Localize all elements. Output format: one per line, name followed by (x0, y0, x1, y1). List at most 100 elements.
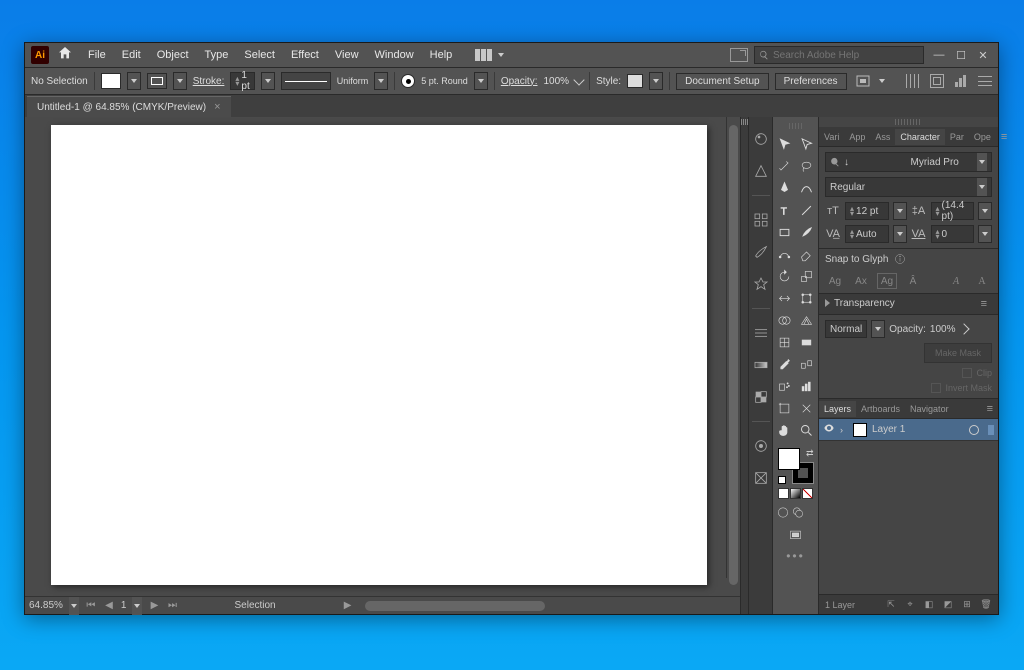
tracking-dropdown[interactable] (978, 225, 992, 243)
stroke-weight-input[interactable]: ▴▾1 pt (230, 72, 254, 90)
tab-paragraph[interactable]: Par (945, 129, 969, 145)
graph-icon[interactable] (954, 74, 968, 88)
blend-mode-select[interactable]: Normal (825, 320, 867, 338)
default-fill-stroke-icon[interactable] (778, 476, 786, 484)
magic-wand-tool[interactable] (773, 155, 796, 177)
tab-character[interactable]: Character (895, 129, 945, 145)
minimize-button[interactable]: — (930, 48, 948, 62)
tab-opentype[interactable]: Ope (969, 129, 996, 145)
transparency-panel-header[interactable]: Transparency ≡ (819, 293, 998, 315)
font-size-dropdown[interactable] (893, 202, 907, 220)
clip-checkbox[interactable]: Clip (962, 368, 992, 378)
status-expand-icon[interactable]: ▶ (342, 600, 354, 612)
font-family-input[interactable]: ↓ Myriad Pro (825, 152, 992, 172)
eraser-tool[interactable] (796, 243, 819, 265)
mesh-tool[interactable] (773, 331, 796, 353)
tab-navigator[interactable]: Navigator (905, 401, 954, 417)
maximize-button[interactable]: ☐ (952, 48, 970, 62)
blend-mode-dropdown[interactable] (871, 320, 885, 338)
invert-mask-checkbox[interactable]: Invert Mask (931, 383, 992, 393)
new-sublayer-icon[interactable]: ◩ (942, 599, 954, 611)
vertical-scrollbar[interactable] (726, 117, 740, 578)
panel-collapse-strip[interactable] (740, 117, 748, 614)
color-mode-icon[interactable] (778, 488, 789, 499)
locate-object-icon[interactable]: ⌖ (904, 599, 916, 611)
symbols-panel-icon[interactable] (753, 276, 769, 292)
artboard[interactable] (51, 125, 707, 585)
share-screen-icon[interactable] (730, 48, 748, 62)
gradient-mode-icon[interactable] (790, 488, 801, 499)
snap-options-icon[interactable] (906, 74, 920, 88)
shaper-tool[interactable] (773, 243, 796, 265)
menu-type[interactable]: Type (198, 46, 236, 64)
align-to-icon[interactable] (855, 74, 871, 88)
none-mode-icon[interactable] (802, 488, 813, 499)
zoom-level[interactable]: 64.85% (29, 600, 63, 611)
rectangle-tool[interactable] (773, 221, 796, 243)
menu-object[interactable]: Object (150, 46, 196, 64)
snap-baseline-icon[interactable]: Ag (825, 273, 845, 289)
horizontal-scrollbar[interactable] (365, 601, 545, 611)
gradient-panel-icon[interactable] (753, 357, 769, 373)
hand-tool[interactable] (773, 419, 796, 441)
snap-angular-icon[interactable]: Â (903, 273, 923, 289)
opacity-label[interactable]: Opacity: (501, 76, 538, 87)
prev-artboard-icon[interactable]: ◀ (103, 600, 115, 612)
curvature-tool[interactable] (796, 177, 819, 199)
artboard-number[interactable]: 1 (121, 600, 127, 611)
graphic-style-dropdown[interactable] (649, 72, 663, 90)
brush-dropdown[interactable] (474, 72, 488, 90)
stroke-weight-dropdown[interactable] (261, 72, 275, 90)
selection-tool[interactable] (773, 133, 796, 155)
opacity-popup-icon[interactable] (958, 323, 969, 334)
menu-select[interactable]: Select (237, 46, 282, 64)
blend-tool[interactable] (796, 353, 819, 375)
control-menu-icon[interactable] (978, 74, 992, 88)
stroke-profile[interactable] (281, 72, 331, 90)
visibility-icon[interactable] (823, 422, 835, 437)
graphic-style-swatch[interactable] (627, 74, 643, 88)
tracking-input[interactable]: ▴▾0 (931, 225, 975, 243)
scale-tool[interactable] (796, 265, 819, 287)
color-guide-panel-icon[interactable] (753, 163, 769, 179)
export-layer-icon[interactable]: ⇱ (885, 599, 897, 611)
layer-name[interactable]: Layer 1 (872, 424, 905, 435)
eyedropper-tool[interactable] (773, 353, 796, 375)
home-icon[interactable] (57, 45, 73, 66)
workspace-switcher[interactable] (475, 46, 506, 64)
document-tab[interactable]: Untitled-1 @ 64.85% (CMYK/Preview) × (27, 96, 231, 117)
snap-bounds-icon[interactable]: Ag (877, 273, 897, 289)
menu-file[interactable]: File (81, 46, 113, 64)
edit-toolbar-icon[interactable]: ••• (776, 549, 815, 563)
pen-tool[interactable] (773, 177, 796, 199)
new-layer-icon[interactable]: ⊞ (961, 599, 973, 611)
lasso-tool[interactable] (796, 155, 819, 177)
glyph-outline-icon[interactable]: A (946, 273, 966, 289)
direct-selection-tool[interactable] (796, 133, 819, 155)
fill-stroke-control[interactable]: ⇄ (778, 448, 814, 484)
arrange-icon[interactable] (930, 74, 944, 88)
leading-input[interactable]: ▴▾(14.4 pt) (931, 202, 975, 220)
fill-color-box[interactable] (778, 448, 800, 470)
next-artboard-icon[interactable]: ▶ (148, 600, 160, 612)
snap-xheight-icon[interactable]: Ax (851, 273, 871, 289)
layer-row[interactable]: › Layer 1 (819, 419, 998, 441)
stroke-profile-dropdown[interactable] (374, 72, 388, 90)
first-artboard-icon[interactable]: ⏮ (85, 600, 97, 612)
menu-effect[interactable]: Effect (284, 46, 326, 64)
symbol-sprayer-tool[interactable] (773, 375, 796, 397)
perspective-grid-tool[interactable] (796, 309, 819, 331)
make-clipping-mask-icon[interactable]: ◧ (923, 599, 935, 611)
swap-fill-stroke-icon[interactable]: ⇄ (806, 448, 814, 459)
menu-window[interactable]: Window (368, 46, 421, 64)
layers-panel-menu-icon[interactable]: ≡ (982, 403, 998, 415)
shape-builder-tool[interactable] (773, 309, 796, 331)
line-tool[interactable] (796, 199, 819, 221)
info-icon[interactable] (894, 253, 906, 265)
last-artboard-icon[interactable]: ⏭ (166, 600, 178, 612)
stroke-dropdown[interactable] (173, 72, 187, 90)
expand-layer-icon[interactable]: › (840, 425, 848, 435)
tab-artboards[interactable]: Artboards (856, 401, 905, 417)
leading-dropdown[interactable] (978, 202, 992, 220)
make-mask-button[interactable]: Make Mask (924, 343, 992, 363)
